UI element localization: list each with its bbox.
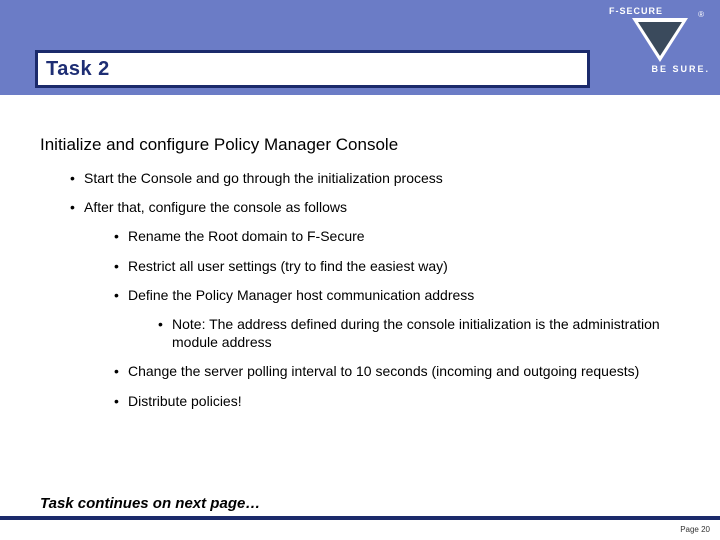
slide-title: Task 2 [46, 58, 110, 81]
bullet-list-level2: Rename the Root domain to F-Secure Restr… [84, 227, 680, 409]
logo-tagline-text: BE SURE. [651, 64, 710, 74]
bullet-text: Define the Policy Manager host communica… [128, 287, 474, 303]
bullet-text: Start the Console and go through the ini… [84, 170, 443, 186]
bullet-list-level3: Note: The address defined during the con… [128, 315, 680, 351]
logo-brand-text: F-SECURE [609, 6, 663, 16]
list-item: Distribute policies! [114, 392, 680, 410]
triangle-inner-icon [638, 22, 682, 56]
list-item: Rename the Root domain to F-Secure [114, 227, 680, 245]
content-heading: Initialize and configure Policy Manager … [40, 135, 680, 155]
list-item: Change the server polling interval to 10… [114, 362, 680, 380]
list-item: Restrict all user settings (try to find … [114, 257, 680, 275]
triangle-icon [632, 18, 688, 62]
footer-divider [0, 516, 720, 520]
list-item: Start the Console and go through the ini… [70, 169, 680, 187]
continues-note: Task continues on next page… [40, 495, 260, 512]
bullet-text: Note: The address defined during the con… [172, 316, 660, 350]
fsecure-logo: ® F-SECURE BE SURE. [607, 6, 712, 88]
slide-header: Task 2 ® F-SECURE BE SURE. [0, 0, 720, 95]
bullet-list-level1: Start the Console and go through the ini… [40, 169, 680, 410]
bullet-text: Distribute policies! [128, 393, 242, 409]
bullet-text: Change the server polling interval to 10… [128, 363, 639, 379]
title-bar: Task 2 [35, 50, 590, 88]
list-item: Note: The address defined during the con… [158, 315, 680, 351]
bullet-text: Restrict all user settings (try to find … [128, 258, 448, 274]
bullet-text: Rename the Root domain to F-Secure [128, 228, 365, 244]
page-number: Page 20 [680, 525, 710, 534]
bullet-text: After that, configure the console as fol… [84, 199, 347, 215]
list-item: Define the Policy Manager host communica… [114, 286, 680, 352]
registered-icon: ® [698, 10, 704, 19]
list-item: After that, configure the console as fol… [70, 198, 680, 410]
slide-content: Initialize and configure Policy Manager … [0, 95, 720, 410]
